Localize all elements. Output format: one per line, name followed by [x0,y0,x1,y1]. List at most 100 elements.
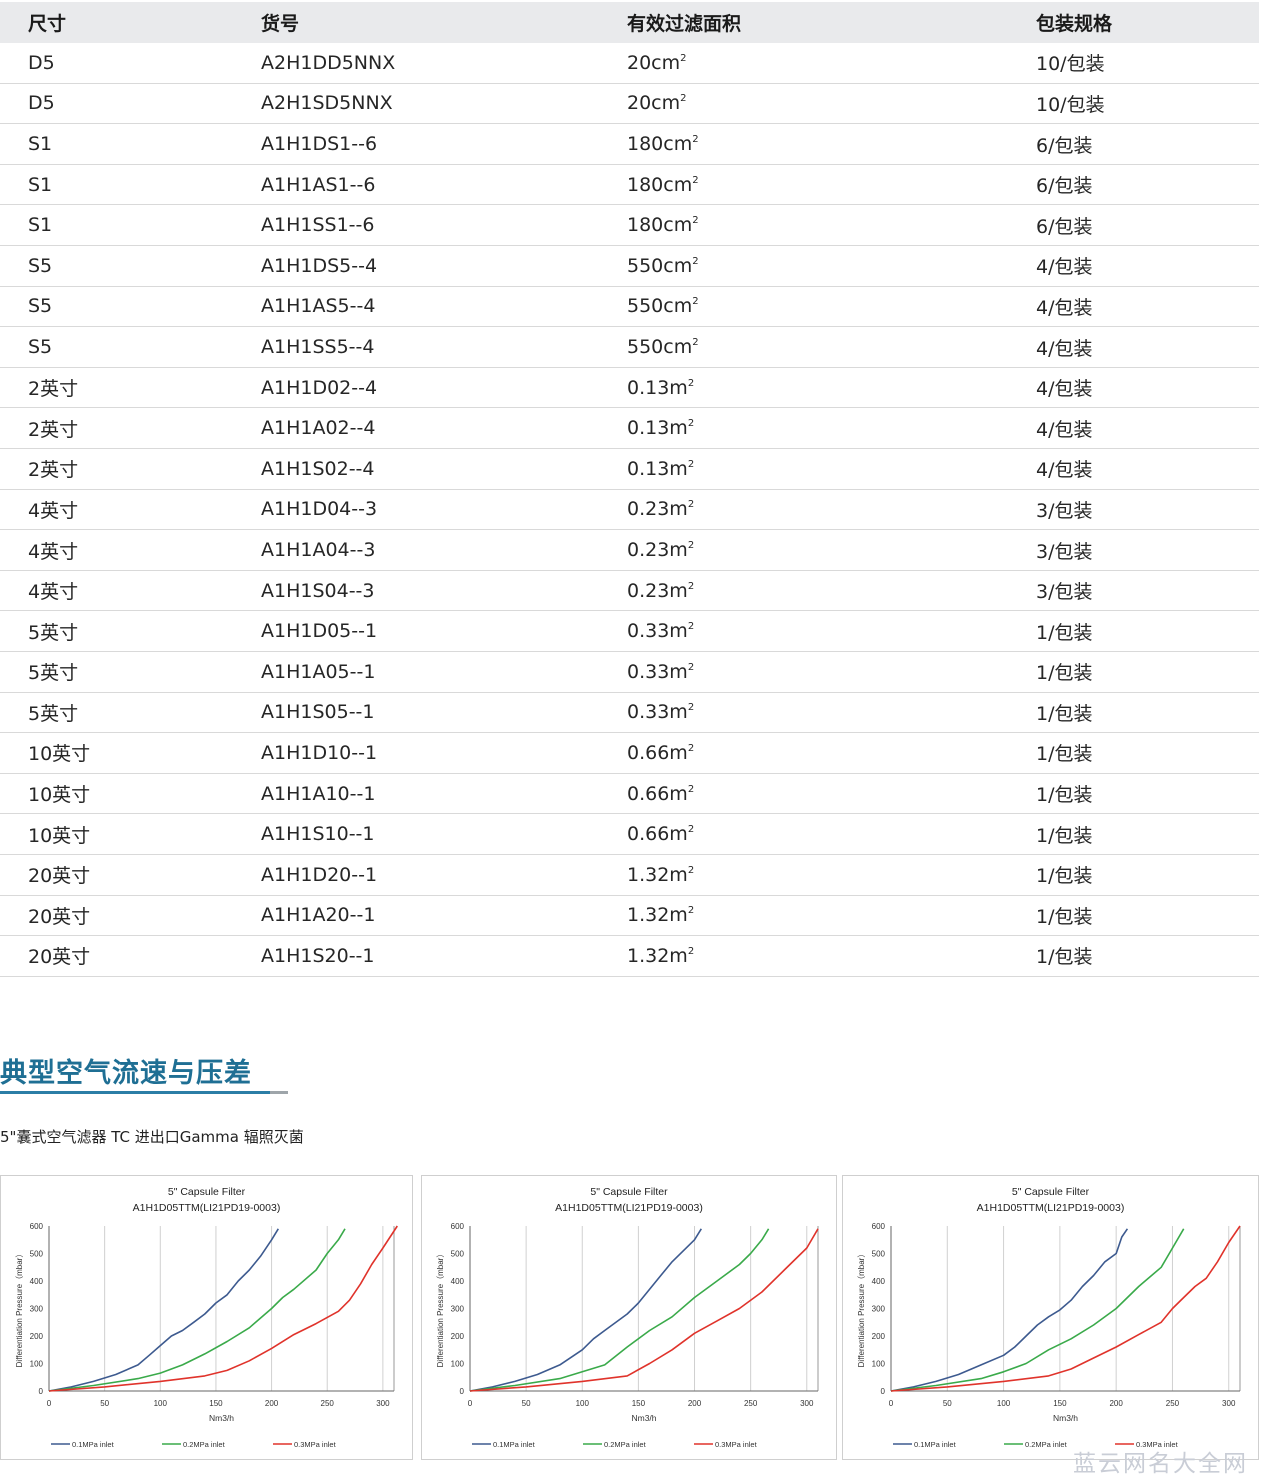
y-tick-label: 500 [872,1250,886,1259]
y-tick-label: 100 [872,1360,886,1369]
table-row: D5 A2H1SD5NNX 20cm2 10/包装 [0,83,1259,125]
cell-part-number: A1H1A05--1 [261,651,627,693]
cell-filter-area: 0.23m2 [627,570,1036,612]
cell-size: 20英寸 [0,935,261,977]
cell-package: 1/包装 [1036,773,1259,815]
section-title: 典型空气流速与压差 [0,1058,252,1089]
cell-part-number: A1H1AS5--4 [261,286,627,328]
series-line-3 [890,1225,1241,1392]
cell-filter-area: 0.33m2 [627,692,1036,734]
cell-filter-area: 180cm2 [627,204,1036,247]
legend-label: 0.2MPa inlet [183,1440,226,1449]
cell-package: 6/包装 [1036,123,1259,165]
cell-filter-area: 20cm2 [627,83,1036,125]
cell-size: D5 [0,42,261,84]
cell-part-number: A1H1S04--3 [261,570,627,612]
cell-package: 4/包装 [1036,448,1259,490]
x-tick-label: 300 [376,1399,390,1408]
cell-package: 3/包装 [1036,570,1259,612]
x-axis-label: Nm3/h [631,1413,656,1423]
cell-size: S5 [0,326,261,368]
cell-filter-area: 0.23m2 [627,529,1036,571]
area-exponent: 2 [687,864,695,876]
series-line-1 [890,1228,1129,1392]
x-tick-label: 0 [468,1399,473,1408]
area-exponent: 2 [692,337,699,349]
cell-size: 5英寸 [0,610,261,652]
y-tick-label: 600 [451,1222,465,1231]
cell-package: 1/包装 [1036,895,1259,937]
chart-panel-3: 5" Capsule Filter A1H1D05TTM(LI21PD19-000… [842,1175,1259,1460]
x-tick-label: 200 [265,1399,279,1408]
area-exponent: 2 [680,52,687,64]
table-row: 20英寸 A1H1A20--1 1.32m2 1/包装 [0,895,1259,937]
cell-part-number: A1H1A04--3 [261,529,627,571]
cell-part-number: A1H1A10--1 [261,773,627,815]
y-tick-label: 600 [872,1222,886,1231]
area-exponent: 2 [687,661,695,673]
title-underline [0,1091,270,1094]
cell-filter-area: 550cm2 [627,245,1036,287]
area-exponent: 2 [687,824,695,836]
series-line-2 [890,1228,1185,1392]
table-row: S1 A1H1DS1--6 180cm2 6/包装 [0,123,1259,165]
cell-size: 2英寸 [0,407,261,450]
series-line-3 [469,1228,819,1392]
cell-package: 6/包装 [1036,164,1259,206]
cell-package: 4/包装 [1036,367,1259,409]
area-exponent: 2 [687,418,695,430]
cell-filter-area: 0.66m2 [627,813,1036,855]
area-exponent: 2 [687,621,695,633]
cell-package: 1/包装 [1036,732,1259,774]
cell-filter-area: 0.66m2 [627,773,1036,815]
table-row: S5 A1H1SS5--4 550cm2 4/包装 [0,326,1259,368]
table-row: 5英寸 A1H1A05--1 0.33m2 1/包装 [0,651,1259,693]
cell-part-number: A1H1SS1--6 [261,204,627,247]
cell-size: 2英寸 [0,448,261,490]
y-axis-label: Differentiation Pressure（mbar） [436,1250,445,1368]
area-exponent: 2 [687,377,695,389]
cell-part-number: A1H1D04--3 [261,489,627,531]
area-exponent: 2 [680,93,687,105]
pressure-chart-3: 5" Capsule Filter A1H1D05TTM(LI21PD19-000… [857,1186,1241,1449]
section-subtitle: 5"囊式空气滤器 TC 进出口Gamma 辐照灭菌 [0,1128,304,1146]
cell-size: D5 [0,83,261,125]
cell-package: 10/包装 [1036,83,1259,125]
x-tick-label: 100 [997,1399,1011,1408]
series-line-2 [469,1228,770,1392]
x-tick-label: 100 [154,1399,168,1408]
y-tick-label: 0 [460,1387,465,1396]
cell-filter-area: 0.13m2 [627,448,1036,490]
chart-panel-1: 5" Capsule Filter A1H1D05TTM(LI21PD19-000… [0,1175,413,1460]
x-axis-label: Nm3/h [209,1413,234,1423]
cell-part-number: A2H1DD5NNX [261,42,627,84]
cell-package: 1/包装 [1036,854,1259,896]
cell-filter-area: 1.32m2 [627,854,1036,896]
legend-label: 0.2MPa inlet [604,1440,647,1449]
x-tick-label: 250 [321,1399,335,1408]
x-tick-label: 300 [800,1399,814,1408]
cell-size: 10英寸 [0,813,261,855]
area-exponent: 2 [687,458,695,470]
area-exponent: 2 [687,742,695,754]
table-header-row: 尺寸 货号 有效过滤面积 包装规格 [0,2,1259,43]
cell-package: 1/包装 [1036,692,1259,734]
chart-title: 5" Capsule Filter [590,1186,668,1198]
series-line-2 [48,1228,346,1392]
cell-package: 4/包装 [1036,407,1259,450]
area-exponent: 2 [692,215,699,227]
cell-filter-area: 180cm2 [627,164,1036,206]
y-tick-label: 100 [30,1360,44,1369]
chart-subtitle: A1H1D05TTM(LI21PD19-0003) [555,1202,703,1214]
table-row: 2英寸 A1H1S02--4 0.13m2 4/包装 [0,448,1259,490]
header-package: 包装规格 [1036,2,1259,43]
cell-filter-area: 550cm2 [627,326,1036,368]
cell-package: 6/包装 [1036,204,1259,247]
table-row: 5英寸 A1H1S05--1 0.33m2 1/包装 [0,692,1259,734]
table-row: 10英寸 A1H1S10--1 0.66m2 1/包装 [0,813,1259,855]
cell-size: 20英寸 [0,895,261,937]
cell-package: 1/包装 [1036,651,1259,693]
pressure-chart-1: 5" Capsule Filter A1H1D05TTM(LI21PD19-000… [15,1186,398,1449]
cell-part-number: A1H1AS1--6 [261,164,627,206]
table-row: 20英寸 A1H1D20--1 1.32m2 1/包装 [0,854,1259,896]
